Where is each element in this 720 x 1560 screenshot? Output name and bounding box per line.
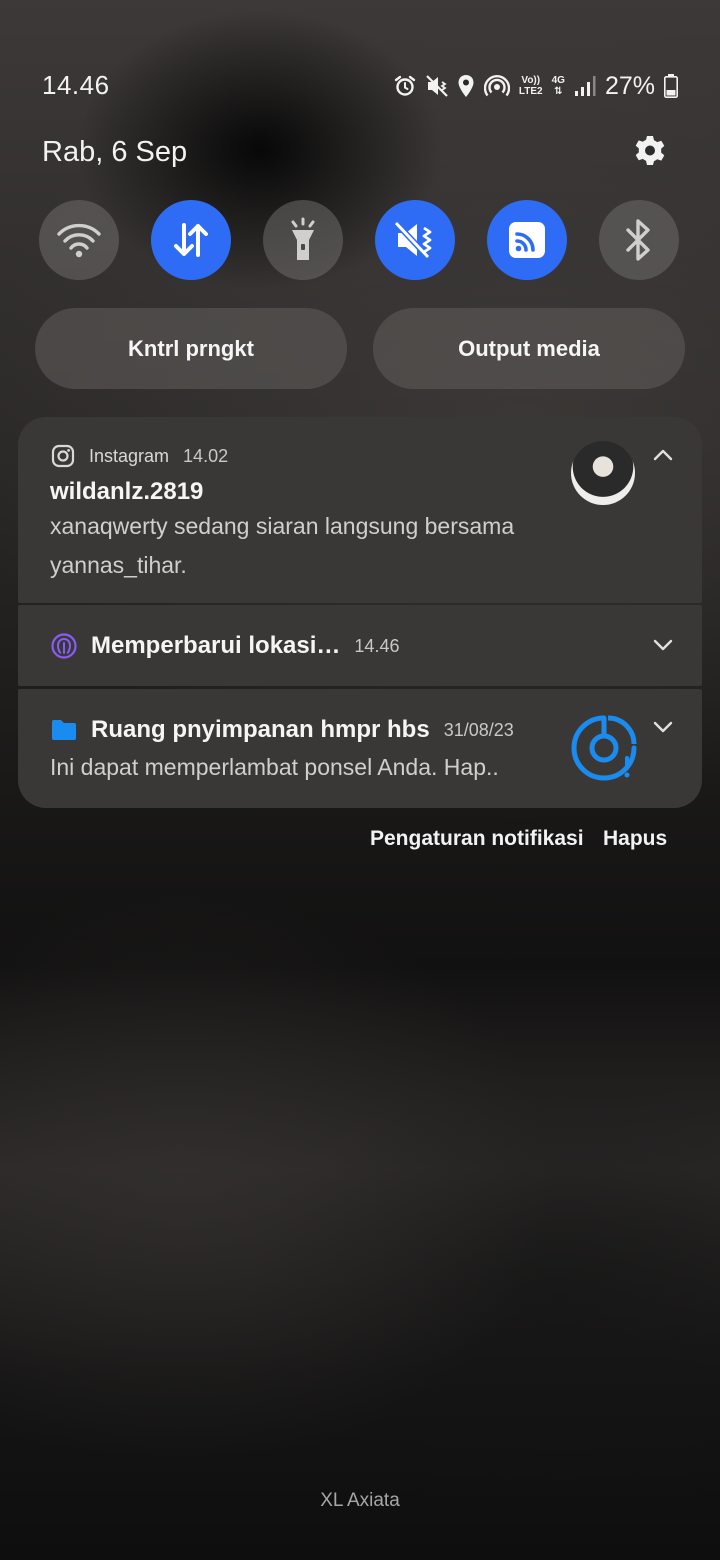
notification-settings-button[interactable]: Pengaturan notifikasi	[370, 827, 584, 851]
data-type-indicator: 4G ⇅	[551, 75, 565, 97]
device-care-storage-icon	[571, 715, 637, 781]
status-icons: Vo)) LTE2 4G ⇅ 27%	[393, 68, 678, 104]
bluetooth-icon	[626, 219, 650, 261]
chevron-up-icon[interactable]	[652, 448, 674, 462]
toggle-flashlight[interactable]	[263, 200, 343, 280]
notification-location[interactable]: Memperbarui lokasi… 14.46	[18, 605, 702, 686]
notification-title: wildanlz.2819	[50, 478, 204, 505]
cast-icon	[509, 222, 545, 258]
quick-toggles	[39, 200, 681, 280]
clear-all-button[interactable]: Hapus	[603, 827, 667, 851]
notification-title: Memperbarui lokasi…	[91, 632, 341, 659]
toggle-mobile-data[interactable]	[151, 200, 231, 280]
toggle-wifi[interactable]	[39, 200, 119, 280]
wifi-icon	[57, 223, 101, 258]
notification-header: Instagram 14.02	[51, 444, 228, 468]
media-output-button[interactable]: Output media	[373, 308, 685, 389]
chevron-down-icon[interactable]	[652, 638, 674, 652]
data-arrows-icon: ⇅	[554, 86, 563, 97]
toggle-sound[interactable]	[375, 200, 455, 280]
signal-icon	[574, 76, 596, 96]
status-time: 14.46	[42, 70, 110, 100]
folder-icon	[52, 720, 76, 740]
notification-time: 31/08/23	[443, 719, 514, 740]
settings-gear-icon[interactable]	[632, 134, 668, 170]
mute-icon	[426, 75, 448, 97]
notification-title: Ruang pnyimpanan hmpr hbs	[91, 716, 430, 743]
toggle-bluetooth[interactable]	[599, 200, 679, 280]
notification-body: xanaqwerty sedang siaran langsung bersam…	[50, 513, 515, 578]
avatar	[571, 441, 635, 505]
hotspot-icon	[483, 75, 510, 97]
notification-header: Ruang pnyimpanan hmpr hbs 31/08/23	[51, 716, 514, 744]
notification-instagram[interactable]: Instagram 14.02 wildanlz.2819 xanaqwerty…	[18, 417, 702, 603]
flashlight-icon	[291, 217, 315, 260]
volte-indicator: Vo)) LTE2	[518, 75, 543, 97]
notification-storage[interactable]: Ruang pnyimpanan hmpr hbs 31/08/23 Ini d…	[18, 689, 702, 808]
battery-icon	[664, 74, 678, 98]
data-transfer-icon	[174, 223, 208, 257]
device-control-button[interactable]: Kntrl prngkt	[35, 308, 347, 389]
alarm-icon	[394, 75, 416, 96]
toggle-cast[interactable]	[487, 200, 567, 280]
notification-header: Memperbarui lokasi… 14.46	[51, 632, 399, 660]
notification-panel: 14.46 Vo)) LTE2 4G ⇅ 27% Rab, 6 Sep Kntr…	[0, 0, 720, 1560]
notification-body: Ini dapat memperlambat ponsel Anda. Hap.…	[50, 754, 499, 780]
notification-time: 14.02	[183, 445, 229, 466]
notification-time: 14.46	[354, 635, 400, 656]
app-name: Instagram	[89, 445, 170, 466]
location-sharing-icon	[51, 633, 77, 659]
instagram-icon	[51, 444, 75, 468]
chevron-down-icon[interactable]	[652, 720, 674, 734]
mute-vibrate-icon	[393, 220, 432, 260]
carrier-label: XL Axiata	[320, 1490, 400, 1511]
battery-percent: 27%	[604, 71, 655, 100]
date-label: Rab, 6 Sep	[42, 136, 188, 168]
location-icon	[458, 75, 474, 97]
